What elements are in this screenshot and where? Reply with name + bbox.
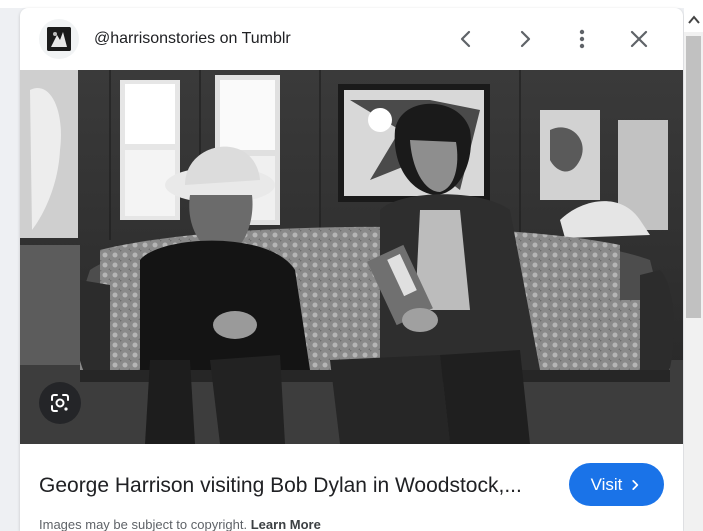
- scroll-up-arrow-icon: [687, 15, 700, 24]
- visit-label: Visit: [590, 474, 623, 494]
- close-icon: [630, 30, 648, 48]
- chevron-right-icon: [520, 30, 531, 48]
- previous-button[interactable]: [448, 21, 484, 57]
- source-favicon[interactable]: [39, 19, 79, 59]
- image-preview-panel: @harrisonstories on Tumblr George Harris…: [20, 8, 683, 531]
- vertical-scrollbar[interactable]: [684, 8, 703, 531]
- tumblr-avatar-icon: [47, 27, 71, 51]
- preview-header: @harrisonstories on Tumblr: [20, 8, 683, 70]
- more-options-button[interactable]: [564, 21, 600, 57]
- black-and-white-photo: [20, 70, 683, 444]
- preview-image[interactable]: [20, 70, 683, 444]
- google-lens-icon: [51, 394, 69, 412]
- chevron-right-icon: [632, 479, 639, 490]
- copyright-text: Images may be subject to copyright.: [39, 517, 248, 531]
- learn-more-link[interactable]: Learn More: [251, 517, 321, 531]
- copyright-notice: Images may be subject to copyright. Lear…: [39, 517, 321, 531]
- next-button[interactable]: [507, 21, 543, 57]
- image-caption[interactable]: George Harrison visiting Bob Dylan in Wo…: [39, 474, 549, 498]
- image-viewer-page: @harrisonstories on Tumblr George Harris…: [0, 0, 703, 531]
- source-title[interactable]: @harrisonstories on Tumblr: [94, 30, 291, 48]
- chevron-left-icon: [460, 30, 471, 48]
- more-vert-icon: [579, 29, 585, 49]
- visit-button[interactable]: Visit: [569, 463, 664, 506]
- close-button[interactable]: [621, 21, 657, 57]
- top-strip: [0, 0, 703, 8]
- google-lens-button[interactable]: [39, 382, 81, 424]
- scroll-up-button[interactable]: [684, 8, 703, 32]
- scrollbar-thumb[interactable]: [686, 36, 701, 318]
